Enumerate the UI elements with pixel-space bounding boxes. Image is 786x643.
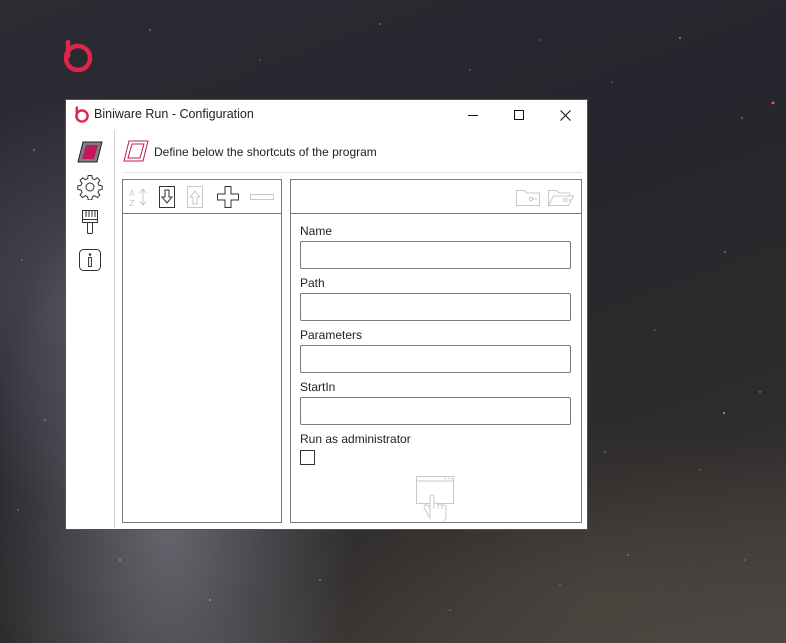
sidebar-item-about[interactable] bbox=[76, 246, 104, 274]
shortcuts-header-icon bbox=[123, 140, 149, 162]
open-folder-icon bbox=[548, 190, 575, 206]
sidebar-separator bbox=[114, 130, 115, 528]
open-folder-button[interactable] bbox=[547, 184, 575, 210]
move-up-button[interactable] bbox=[183, 184, 207, 210]
close-button[interactable] bbox=[542, 100, 588, 130]
list-toolbar: A Z bbox=[123, 180, 281, 214]
move-up-icon bbox=[187, 186, 203, 208]
paint-brush-icon bbox=[82, 210, 98, 234]
browse-folder-icon bbox=[516, 190, 540, 206]
remove-shortcut-button[interactable] bbox=[249, 184, 275, 210]
sidebar-item-settings[interactable] bbox=[76, 173, 104, 201]
gear-icon bbox=[77, 175, 103, 200]
parameters-field[interactable] bbox=[300, 345, 571, 373]
startin-field[interactable] bbox=[300, 397, 571, 425]
sidebar-item-appearance[interactable] bbox=[76, 208, 104, 236]
shortcut-list-panel: A Z bbox=[122, 179, 282, 523]
remove-icon bbox=[250, 194, 274, 200]
run-shortcut-icon[interactable] bbox=[415, 475, 455, 523]
close-icon bbox=[559, 109, 571, 121]
move-down-button[interactable] bbox=[155, 184, 179, 210]
path-field[interactable] bbox=[300, 293, 571, 321]
shortcut-form-panel: Name Path Parameters StartIn Run as admi… bbox=[290, 179, 582, 523]
run-as-admin-label: Run as administrator bbox=[300, 432, 411, 446]
header-divider bbox=[123, 172, 582, 173]
path-label: Path bbox=[300, 276, 325, 290]
name-label: Name bbox=[300, 224, 333, 238]
name-field[interactable] bbox=[300, 241, 571, 269]
sidebar-item-shortcuts[interactable] bbox=[76, 138, 104, 166]
minimize-icon bbox=[468, 115, 478, 116]
svg-text:A: A bbox=[129, 189, 135, 198]
page-header: Define below the shortcuts of the progra… bbox=[154, 145, 377, 159]
startin-label: StartIn bbox=[300, 380, 336, 394]
run-as-admin-checkbox[interactable] bbox=[300, 450, 315, 465]
browse-folder-button[interactable] bbox=[515, 184, 541, 210]
sort-button[interactable]: A Z bbox=[127, 184, 151, 210]
app-logo-icon bbox=[75, 106, 89, 123]
add-shortcut-button[interactable] bbox=[216, 184, 240, 210]
svg-text:Z: Z bbox=[129, 199, 135, 208]
sort-az-icon: A Z bbox=[129, 188, 147, 208]
move-down-icon bbox=[159, 186, 175, 208]
window-title: Biniware Run - Configuration bbox=[94, 107, 254, 121]
title-bar[interactable]: Biniware Run - Configuration bbox=[66, 100, 587, 130]
add-icon bbox=[217, 186, 239, 208]
maximize-button[interactable] bbox=[496, 100, 542, 130]
desktop-logo-icon[interactable] bbox=[60, 38, 96, 74]
configuration-window: Biniware Run - Configuration Define belo… bbox=[65, 99, 588, 530]
form-toolbar bbox=[291, 180, 581, 214]
minimize-button[interactable] bbox=[450, 100, 496, 130]
shortcut-tile-icon bbox=[77, 141, 103, 163]
info-icon bbox=[79, 249, 101, 271]
parameters-label: Parameters bbox=[300, 328, 363, 342]
maximize-icon bbox=[514, 110, 524, 120]
